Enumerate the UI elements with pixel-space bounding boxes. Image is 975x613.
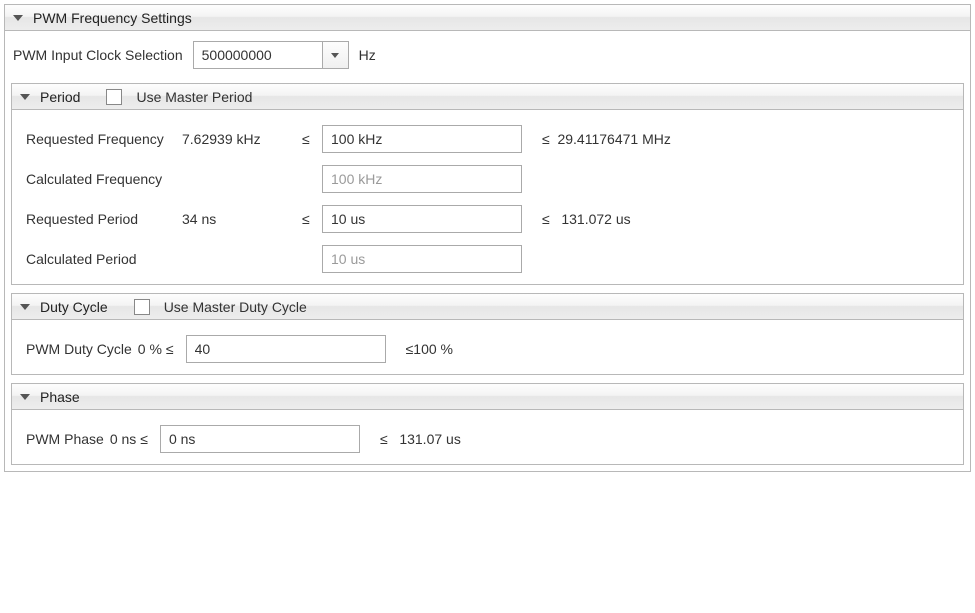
pwm-phase-max: 131.07 us	[399, 431, 461, 447]
calculated-frequency-row: Calculated Frequency	[26, 164, 949, 194]
calculated-period-label: Calculated Period	[26, 251, 182, 267]
triangle-down-icon	[13, 15, 23, 21]
pwm-frequency-settings-title: PWM Frequency Settings	[33, 10, 192, 26]
requested-frequency-label: Requested Frequency	[26, 131, 182, 147]
pwm-duty-cycle-row: PWM Duty Cycle 0 % ≤ ≤100 %	[26, 334, 949, 364]
pwm-input-clock-label: PWM Input Clock Selection	[13, 47, 183, 63]
pwm-duty-cycle-min: 0 %	[138, 341, 162, 357]
use-master-period-checkbox[interactable]	[106, 89, 122, 105]
le-symbol: ≤	[542, 131, 550, 147]
triangle-down-icon	[20, 94, 30, 100]
period-body: Requested Frequency 7.62939 kHz ≤ ≤ 29.4…	[12, 110, 963, 284]
duty-cycle-panel: Duty Cycle Use Master Duty Cycle PWM Dut…	[11, 293, 964, 375]
pwm-frequency-settings-header[interactable]: PWM Frequency Settings	[5, 5, 970, 31]
pwm-duty-cycle-max: 100 %	[413, 341, 453, 357]
pwm-phase-label: PWM Phase	[26, 431, 104, 447]
calculated-period-output	[322, 245, 522, 273]
requested-frequency-input[interactable]	[322, 125, 522, 153]
le-symbol: ≤	[166, 341, 174, 357]
phase-header[interactable]: Phase	[12, 384, 963, 410]
pwm-input-clock-dropdown[interactable]: 500000000	[193, 41, 349, 69]
pwm-input-clock-value[interactable]: 500000000	[193, 41, 323, 69]
phase-body: PWM Phase 0 ns ≤ ≤ 131.07 us	[12, 410, 963, 464]
le-symbol: ≤	[542, 211, 550, 227]
pwm-phase-input[interactable]	[160, 425, 360, 453]
pwm-phase-row: PWM Phase 0 ns ≤ ≤ 131.07 us	[26, 424, 949, 454]
pwm-input-clock-dropdown-button[interactable]	[323, 41, 349, 69]
pwm-input-clock-row: PWM Input Clock Selection 500000000 Hz	[13, 41, 962, 69]
requested-frequency-min: 7.62939 kHz	[182, 131, 302, 147]
requested-frequency-max: 29.41176471 MHz	[557, 131, 670, 147]
requested-period-min: 34 ns	[182, 211, 302, 227]
le-symbol: ≤	[302, 131, 322, 147]
pwm-duty-cycle-input[interactable]	[186, 335, 386, 363]
period-title: Period	[40, 89, 80, 105]
pwm-input-clock-unit: Hz	[359, 47, 376, 63]
calculated-frequency-output	[322, 165, 522, 193]
period-header[interactable]: Period Use Master Period	[12, 84, 963, 110]
pwm-duty-cycle-max-wrap: ≤100 %	[386, 341, 453, 357]
requested-frequency-max-wrap: ≤ 29.41176471 MHz	[522, 131, 671, 147]
requested-period-max: 131.072 us	[561, 211, 630, 227]
pwm-duty-cycle-label: PWM Duty Cycle	[26, 341, 132, 357]
requested-period-input[interactable]	[322, 205, 522, 233]
use-master-duty-cycle-checkbox[interactable]	[134, 299, 150, 315]
pwm-frequency-settings-body: PWM Input Clock Selection 500000000 Hz P…	[5, 41, 970, 471]
le-symbol: ≤	[302, 211, 322, 227]
requested-frequency-row: Requested Frequency 7.62939 kHz ≤ ≤ 29.4…	[26, 124, 949, 154]
use-master-period-label: Use Master Period	[136, 89, 252, 105]
le-symbol: ≤	[380, 431, 388, 447]
requested-period-max-wrap: ≤ 131.072 us	[522, 211, 631, 227]
triangle-down-icon	[20, 304, 30, 310]
pwm-phase-max-wrap: ≤ 131.07 us	[360, 431, 461, 447]
pwm-frequency-settings-panel: PWM Frequency Settings PWM Input Clock S…	[4, 4, 971, 472]
pwm-phase-min: 0 ns	[110, 431, 136, 447]
requested-period-label: Requested Period	[26, 211, 182, 227]
calculated-frequency-label: Calculated Frequency	[26, 171, 182, 187]
duty-cycle-header[interactable]: Duty Cycle Use Master Duty Cycle	[12, 294, 963, 320]
phase-title: Phase	[40, 389, 80, 405]
period-panel: Period Use Master Period Requested Frequ…	[11, 83, 964, 285]
chevron-down-icon	[331, 53, 339, 58]
phase-panel: Phase PWM Phase 0 ns ≤ ≤ 131.07 us	[11, 383, 964, 465]
requested-period-row: Requested Period 34 ns ≤ ≤ 131.072 us	[26, 204, 949, 234]
calculated-period-row: Calculated Period	[26, 244, 949, 274]
duty-cycle-body: PWM Duty Cycle 0 % ≤ ≤100 %	[12, 320, 963, 374]
duty-cycle-title: Duty Cycle	[40, 299, 108, 315]
use-master-duty-cycle-label: Use Master Duty Cycle	[164, 299, 307, 315]
triangle-down-icon	[20, 394, 30, 400]
le-symbol: ≤	[140, 431, 148, 447]
